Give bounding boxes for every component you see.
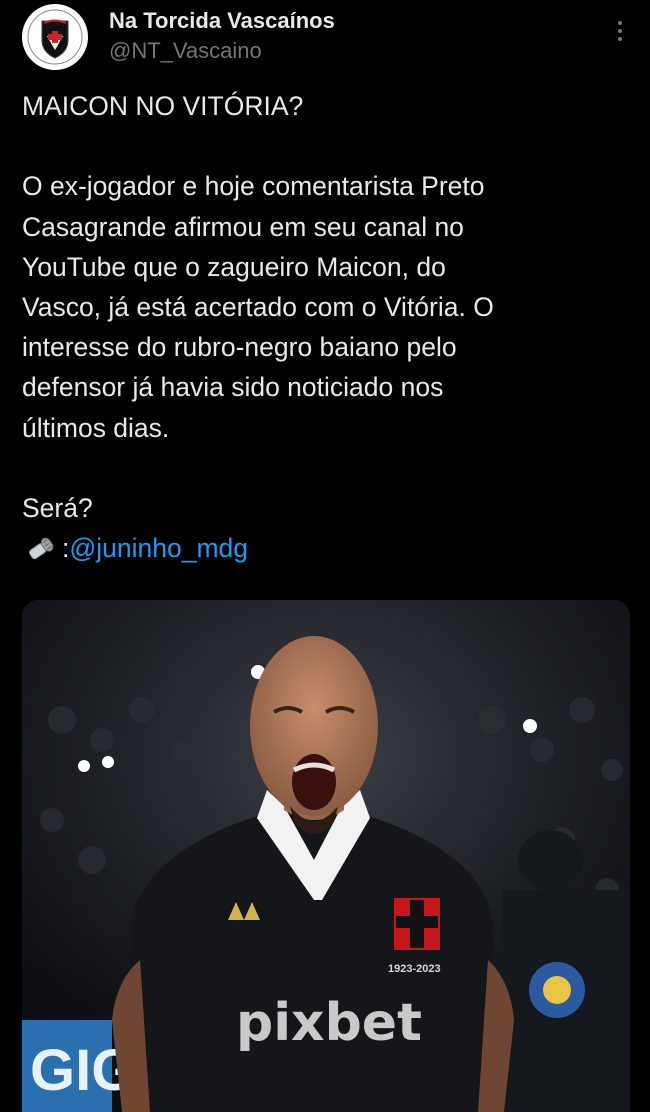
vasco-crest-icon: [23, 5, 87, 69]
more-options-icon[interactable]: [614, 18, 626, 46]
tweet-closing: Será?: [22, 493, 93, 523]
microphone-icon: [22, 531, 62, 560]
avatar[interactable]: [22, 4, 88, 70]
credit-line: :@juninho_mdg: [22, 528, 622, 568]
badge-text: 1923-2023: [388, 963, 441, 975]
tweet-text: MAICON NO VITÓRIA? O ex-jogador e hoje c…: [22, 86, 622, 568]
tweet-header: Na Torcida Vascaínos @NT_Vascaino: [20, 4, 630, 74]
tweet-headline: MAICON NO VITÓRIA?: [22, 91, 304, 121]
display-name[interactable]: Na Torcida Vascaínos: [109, 8, 335, 34]
tweet-photo[interactable]: GIG 1923-2023 pixbet: [22, 600, 630, 1112]
sponsor-text: pixbet: [236, 993, 422, 1053]
player-photo: GIG 1923-2023 pixbet: [22, 600, 630, 1112]
tweet-body: O ex-jogador e hoje comentarista Preto C…: [22, 171, 494, 443]
user-handle[interactable]: @NT_Vascaino: [109, 38, 262, 64]
mention-link[interactable]: @juninho_mdg: [69, 533, 248, 563]
